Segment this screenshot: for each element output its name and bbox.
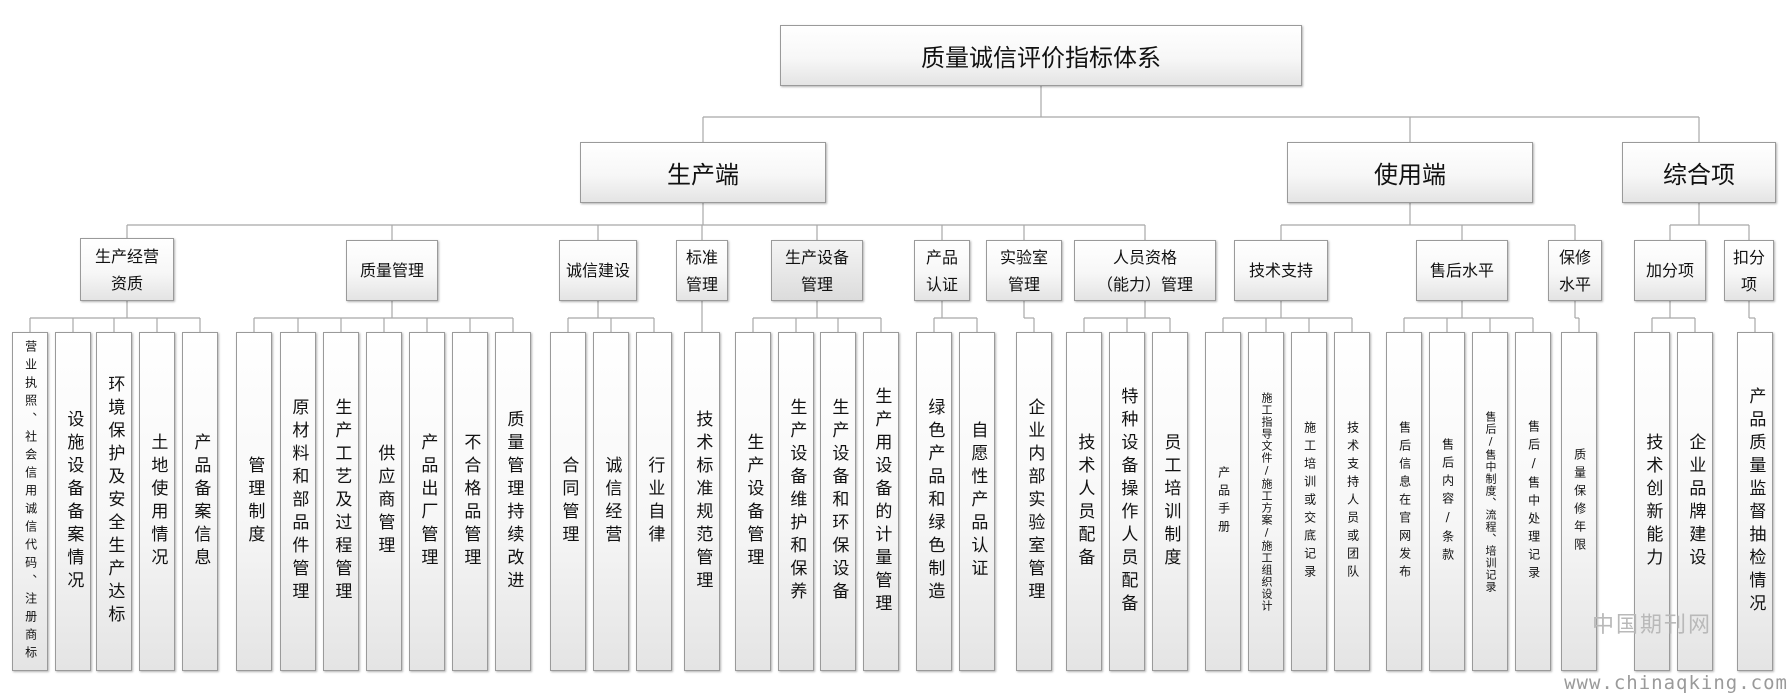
root-node: 质量诚信评价指标体系 (780, 25, 1302, 86)
group-node: 扣分 项 (1724, 240, 1774, 301)
leaf-node: 土地使用情况 (139, 332, 175, 671)
leaf-node: 技术标准规范管理 (684, 332, 720, 671)
leaf-node: 产品手册 (1205, 332, 1241, 671)
branch-composite: 综合项 (1622, 142, 1776, 203)
leaf-node: 企业内部实验室管理 (1016, 332, 1052, 671)
group-node: 加分项 (1634, 240, 1706, 301)
leaf-node: 生产设备维护和保养 (778, 332, 814, 671)
group-node: 生产设备 管理 (771, 240, 863, 301)
leaf-node: 技术人员配备 (1066, 332, 1102, 671)
leaf-node: 产品备案信息 (182, 332, 218, 671)
leaf-node: 产品出厂管理 (409, 332, 445, 671)
group-node: 人员资格 （能力）管理 (1074, 240, 1216, 301)
group-node: 产品 认证 (914, 240, 970, 301)
group-node: 标准 管理 (676, 240, 728, 301)
group-node: 保修 水平 (1548, 240, 1602, 301)
leaf-node: 环境保护及安全生产达标 (96, 332, 132, 671)
leaf-node: 施工培训或交底记录 (1291, 332, 1327, 671)
branch-usage: 使用端 (1287, 142, 1533, 203)
leaf-node: 合同管理 (550, 332, 586, 671)
leaf-node: 特种设备操作人员配备 (1109, 332, 1145, 671)
leaf-node: 施工指导文件/施工方案/施工组织设计 (1248, 332, 1284, 671)
leaf-node: 售后内容/条款 (1429, 332, 1465, 671)
group-node: 诚信建设 (559, 240, 637, 301)
leaf-node: 生产工艺及过程管理 (323, 332, 359, 671)
group-node: 生产经营 资质 (80, 238, 174, 301)
group-node: 售后水平 (1416, 240, 1508, 301)
leaf-node: 技术支持人员或团队 (1334, 332, 1370, 671)
leaf-node: 原材料和部品件管理 (280, 332, 316, 671)
leaf-node: 售后/售中处理记录 (1515, 332, 1551, 671)
branch-production: 生产端 (580, 142, 826, 203)
leaf-node: 诚信经营 (593, 332, 629, 671)
leaf-node: 管理制度 (236, 332, 272, 671)
leaf-node: 生产设备管理 (735, 332, 771, 671)
leaf-node: 生产设备和环保设备 (820, 332, 856, 671)
leaf-node: 自愿性产品认证 (959, 332, 995, 671)
leaf-node: 设施设备备案情况 (55, 332, 91, 671)
leaf-node: 产品质量监督抽检情况 (1737, 332, 1773, 671)
group-node: 技术支持 (1234, 240, 1328, 301)
group-node: 实验室 管理 (986, 240, 1062, 301)
leaf-node: 员工培训制度 (1152, 332, 1188, 671)
group-node: 质量管理 (346, 240, 438, 301)
leaf-node: 绿色产品和绿色制造 (916, 332, 952, 671)
watermark-logo: 中国期刊网 (1591, 613, 1712, 638)
watermark-url: www.chinaqking.com (1564, 672, 1788, 694)
leaf-node: 不合格品管理 (452, 332, 488, 671)
leaf-node: 售后信息在官网发布 (1386, 332, 1422, 671)
leaf-node: 行业自律 (636, 332, 672, 671)
leaf-node: 质量管理持续改进 (495, 332, 531, 671)
leaf-node: 营业执照、社会信用诚信代码、注册商标 (12, 332, 48, 671)
leaf-node: 售后/售中制度、流程、培训记录 (1472, 332, 1508, 671)
leaf-node: 生产用设备的计量管理 (863, 332, 899, 671)
leaf-node: 供应商管理 (366, 332, 402, 671)
